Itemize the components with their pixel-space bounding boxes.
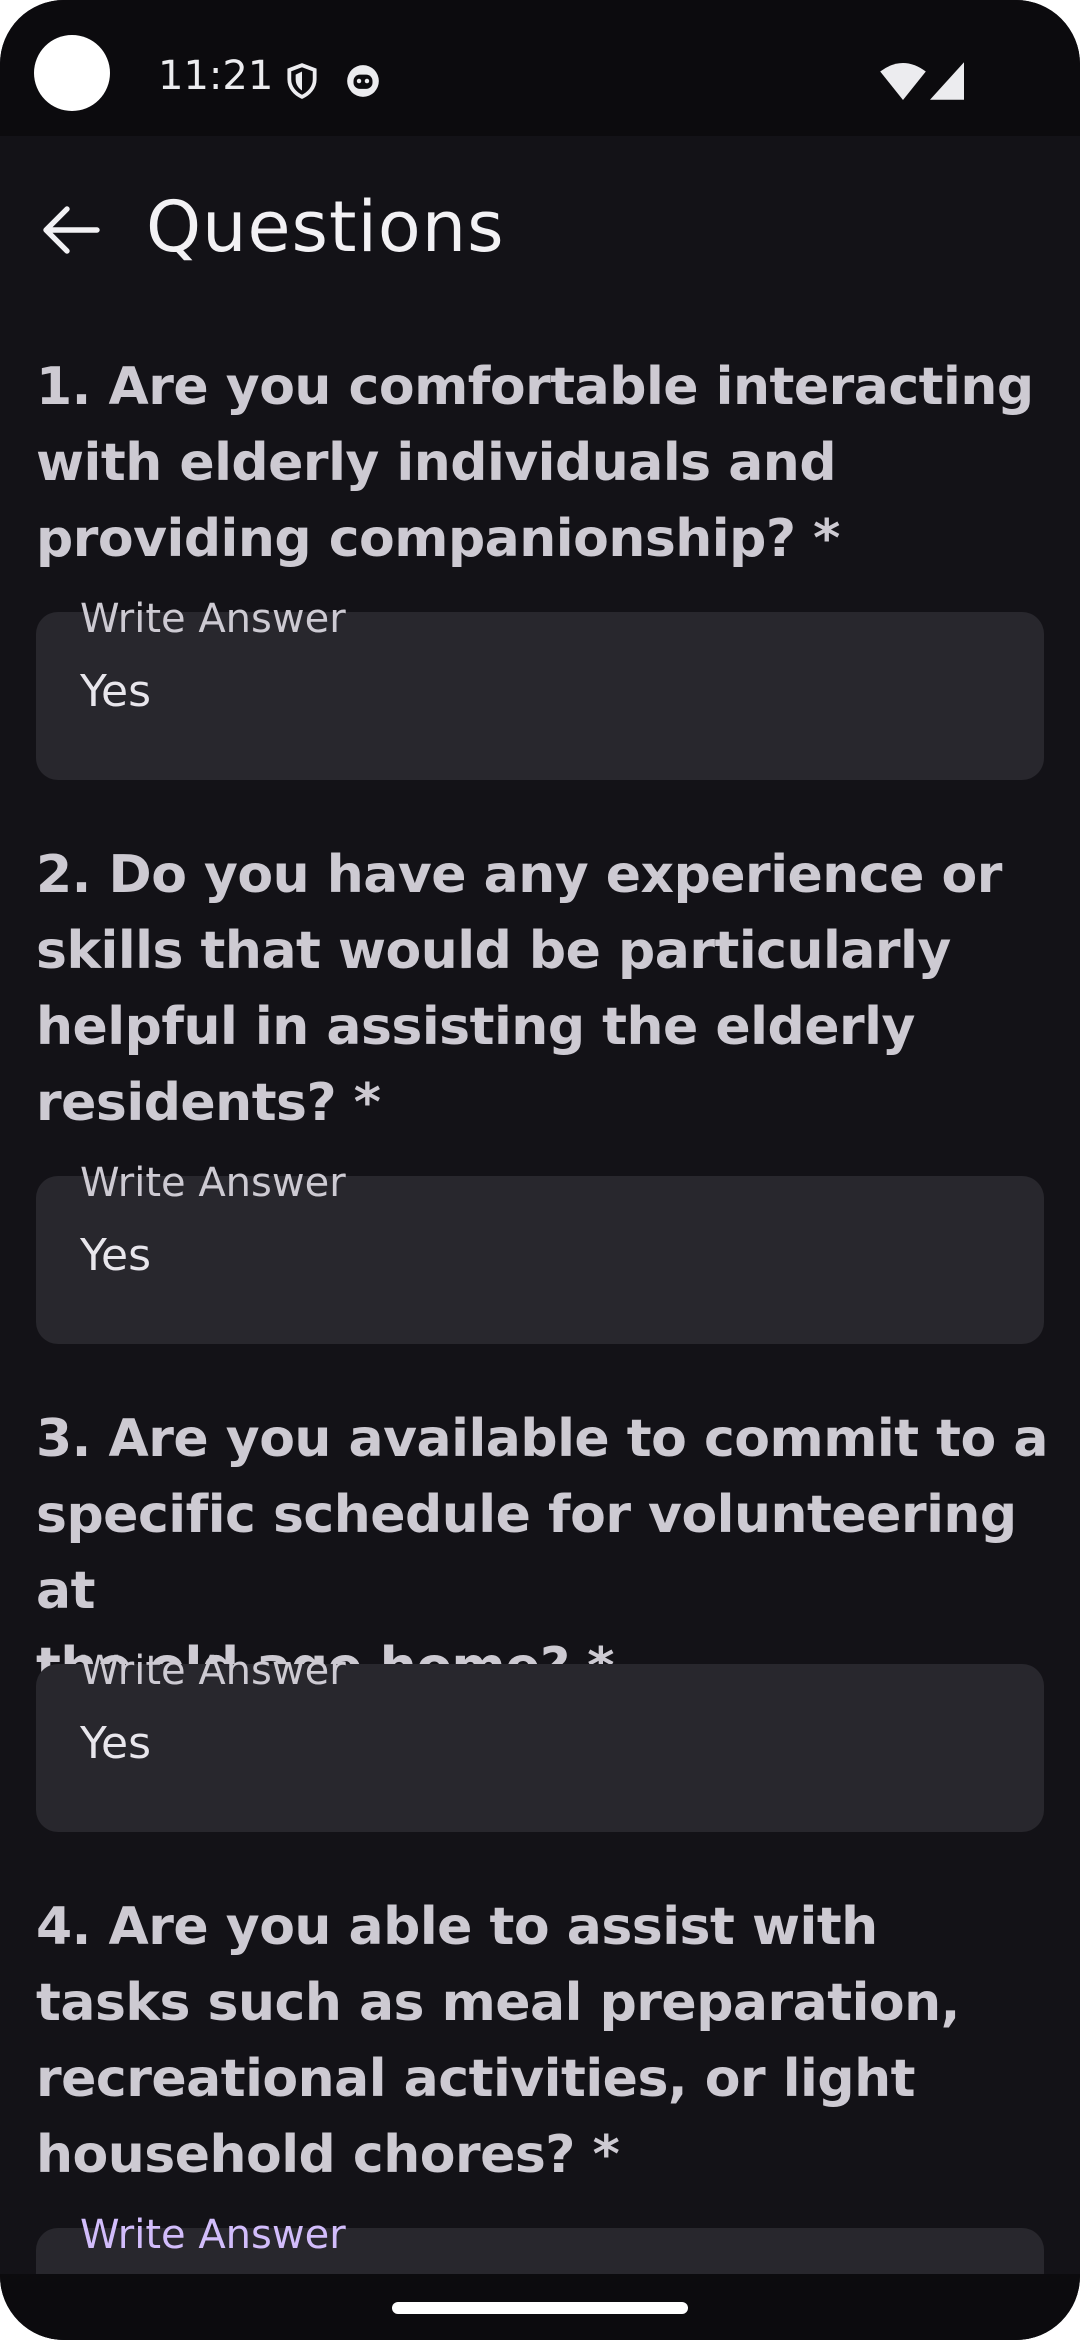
question-2-text: 2. Do you have any experience or skills … [36, 837, 1056, 1141]
question-4-text: 4. Are you able to assist with tasks suc… [36, 1889, 1056, 2193]
question-line: skills that would be particularly [36, 921, 951, 981]
question-line: specific schedule for volunteering at [36, 1485, 1017, 1621]
signal-icon [930, 62, 964, 100]
question-line: 3. Are you available to commit to a [36, 1409, 1048, 1469]
question-line: 1. Are you comfortable interacting [36, 357, 1034, 417]
question-line: 4. Are you able to assist with [36, 1897, 878, 1957]
question-line: residents? * [36, 1073, 381, 1133]
question-line: recreational activities, or light [36, 2049, 915, 2109]
question-line: helpful in assisting the elderly [36, 997, 915, 1057]
question-1-text: 1. Are you comfortable interacting with … [36, 349, 1056, 577]
question-line: with elderly individuals and [36, 433, 837, 493]
page-title: Questions [146, 186, 505, 268]
home-indicator[interactable] [392, 2302, 688, 2314]
question-line: household chores? * [36, 2125, 620, 2185]
question-line: tasks such as meal preparation, [36, 1973, 960, 2033]
question-line: 2. Do you have any experience or [36, 845, 1002, 905]
notification-face-icon [347, 65, 379, 97]
phone-screen: 11:21 Questions 1. Are you comfortable i… [0, 0, 1080, 2340]
status-bar: 11:21 [0, 0, 1080, 136]
status-time: 11:21 [158, 53, 274, 99]
camera-cutout [34, 35, 110, 111]
wifi-icon [880, 62, 926, 100]
answer-field-3-value[interactable]: Yes [80, 1716, 151, 1772]
answer-field-4-label: Write Answer [80, 2212, 346, 2258]
answer-field-1-value[interactable]: Yes [80, 664, 151, 720]
answer-field-1-label: Write Answer [80, 596, 346, 642]
arrow-left-icon[interactable] [34, 194, 106, 266]
app-bar: Questions [0, 136, 1080, 316]
answer-field-3-label: Write Answer [80, 1648, 346, 1694]
answer-field-2-label: Write Answer [80, 1160, 346, 1206]
answer-field-2-value[interactable]: Yes [80, 1228, 151, 1284]
question-line: providing companionship? * [36, 509, 840, 569]
shield-icon [287, 63, 317, 99]
